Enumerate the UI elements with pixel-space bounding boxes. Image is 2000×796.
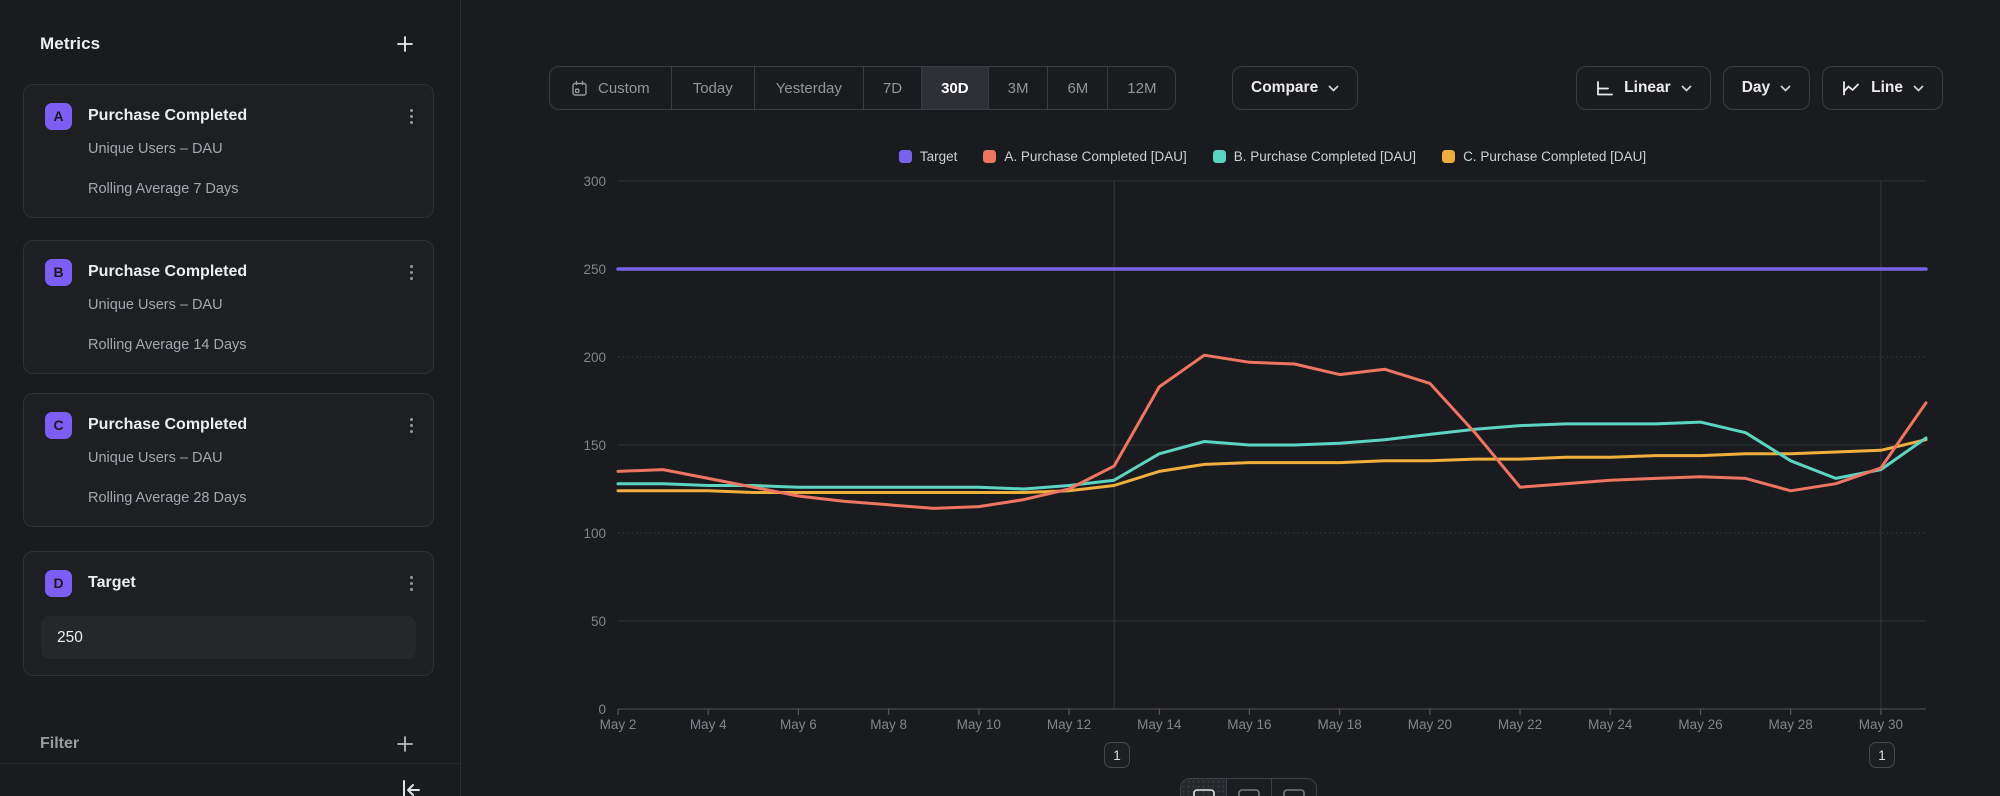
- target-value-input[interactable]: [41, 616, 416, 659]
- svg-text:250: 250: [583, 262, 606, 277]
- filter-section: Filter: [40, 722, 420, 766]
- legend-swatch: [983, 150, 996, 163]
- plus-icon: [395, 734, 415, 754]
- add-filter-button[interactable]: [390, 729, 420, 759]
- metric-card-b[interactable]: B Purchase Completed Unique Users – DAU …: [23, 240, 434, 374]
- metrics-header: Metrics: [40, 22, 420, 66]
- metric-measure: Unique Users – DAU: [88, 141, 223, 157]
- svg-text:May 26: May 26: [1678, 717, 1722, 732]
- svg-text:May 8: May 8: [870, 717, 907, 732]
- metric-badge-b: B: [45, 259, 72, 286]
- svg-text:May 4: May 4: [690, 717, 727, 732]
- svg-text:May 28: May 28: [1769, 717, 1813, 732]
- legend-label: B. Purchase Completed [DAU]: [1234, 149, 1416, 164]
- legend-item-b[interactable]: B. Purchase Completed [DAU]: [1213, 149, 1416, 164]
- svg-text:May 18: May 18: [1318, 717, 1362, 732]
- metric-rolling-average: Rolling Average 14 Days: [88, 337, 247, 353]
- svg-text:150: 150: [583, 438, 606, 453]
- legend-label: Target: [920, 149, 958, 164]
- svg-text:May 12: May 12: [1047, 717, 1091, 732]
- filter-heading: Filter: [40, 735, 79, 753]
- plus-icon: [395, 34, 415, 54]
- metric-badge-a: A: [45, 103, 72, 130]
- metric-card-a[interactable]: A Purchase Completed Unique Users – DAU …: [23, 84, 434, 218]
- legend-swatch: [1442, 150, 1455, 163]
- metrics-line-chart: 0 50 100 150 200 250 300 May 2 May 4 May 6 May 8 Ma…: [461, 0, 2000, 796]
- chart-panel: Custom Today Yesterday 7D 30D 3M 6M 12M …: [461, 0, 2000, 796]
- metrics-heading: Metrics: [40, 34, 100, 54]
- target-title: Target: [88, 574, 390, 592]
- metric-badge-c: C: [45, 412, 72, 439]
- target-menu-button[interactable]: [406, 572, 417, 595]
- legend-label: C. Purchase Completed [DAU]: [1463, 149, 1646, 164]
- chart-table-view-icon: [1238, 789, 1260, 796]
- chart-view-icon: [1193, 789, 1215, 796]
- legend-swatch: [1213, 150, 1226, 163]
- svg-text:50: 50: [591, 614, 606, 629]
- chart-legend: Target A. Purchase Completed [DAU] B. Purc…: [618, 144, 1927, 168]
- legend-swatch: [899, 150, 912, 163]
- svg-text:May 2: May 2: [600, 717, 637, 732]
- collapse-left-icon: [398, 777, 424, 796]
- metric-title: Purchase Completed: [88, 263, 390, 281]
- legend-item-c[interactable]: C. Purchase Completed [DAU]: [1442, 149, 1646, 164]
- metric-measure: Unique Users – DAU: [88, 297, 223, 313]
- sidebar-divider: [0, 763, 460, 764]
- metric-badge-d: D: [45, 570, 72, 597]
- svg-text:May 16: May 16: [1227, 717, 1271, 732]
- svg-text:200: 200: [583, 350, 606, 365]
- target-card[interactable]: D Target: [23, 551, 434, 676]
- metric-title: Purchase Completed: [88, 416, 390, 434]
- collapse-sidebar-button[interactable]: [396, 775, 426, 796]
- legend-item-target[interactable]: Target: [899, 149, 958, 164]
- metric-menu-button[interactable]: [406, 261, 417, 284]
- svg-text:0: 0: [598, 702, 606, 717]
- svg-text:May 14: May 14: [1137, 717, 1182, 732]
- axis-labels: 0 50 100 150 200 250 300 May 2 May 4 May 6 May 8 Ma…: [583, 174, 1903, 732]
- svg-text:300: 300: [583, 174, 606, 189]
- metric-rolling-average: Rolling Average 28 Days: [88, 490, 247, 506]
- metric-title: Purchase Completed: [88, 107, 390, 125]
- series-lines: [618, 269, 1926, 508]
- metrics-sidebar: Metrics A Purchase Completed Unique User…: [0, 0, 461, 796]
- svg-text:May 6: May 6: [780, 717, 817, 732]
- chart-view-button[interactable]: [1181, 779, 1226, 796]
- metric-menu-button[interactable]: [406, 414, 417, 437]
- add-metric-button[interactable]: [390, 29, 420, 59]
- metric-rolling-average: Rolling Average 7 Days: [88, 181, 238, 197]
- annotation-marker-2[interactable]: 1: [1869, 742, 1895, 768]
- legend-item-a[interactable]: A. Purchase Completed [DAU]: [983, 149, 1186, 164]
- svg-text:May 22: May 22: [1498, 717, 1542, 732]
- table-view-icon: [1283, 789, 1305, 796]
- chart-table-view-button[interactable]: [1226, 779, 1271, 796]
- series-line-c: [618, 440, 1926, 493]
- svg-text:May 30: May 30: [1859, 717, 1903, 732]
- annotation-marker-1[interactable]: 1: [1104, 742, 1130, 768]
- svg-text:May 24: May 24: [1588, 717, 1633, 732]
- metric-menu-button[interactable]: [406, 105, 417, 128]
- metric-card-c[interactable]: C Purchase Completed Unique Users – DAU …: [23, 393, 434, 527]
- series-line-a: [618, 355, 1926, 508]
- view-toggle-group: [1180, 778, 1317, 796]
- svg-text:100: 100: [583, 526, 606, 541]
- legend-label: A. Purchase Completed [DAU]: [1004, 149, 1186, 164]
- metric-measure: Unique Users – DAU: [88, 450, 223, 466]
- svg-text:May 20: May 20: [1408, 717, 1452, 732]
- svg-text:May 10: May 10: [957, 717, 1001, 732]
- table-view-button[interactable]: [1271, 779, 1316, 796]
